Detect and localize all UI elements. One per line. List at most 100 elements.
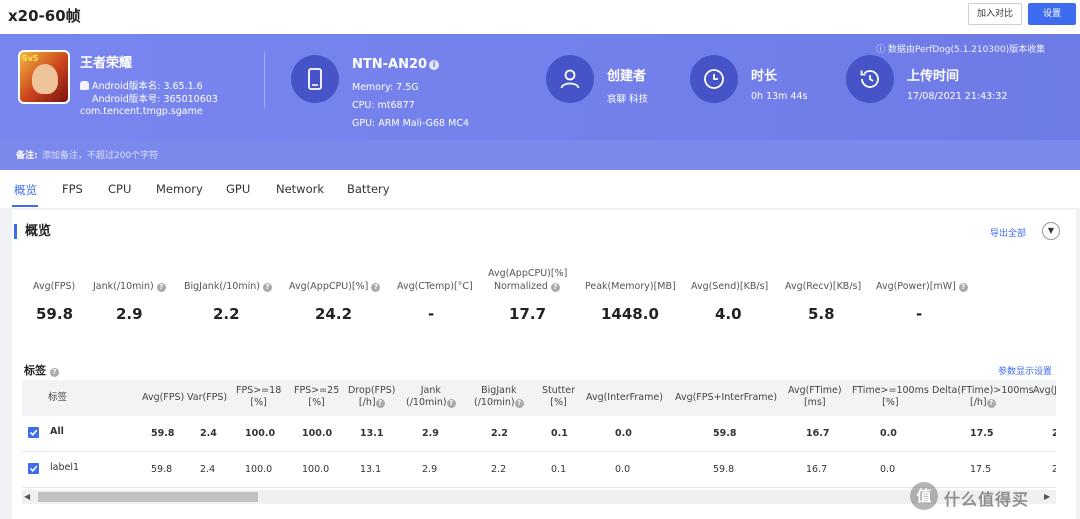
metric-value: 5.8 (808, 305, 835, 323)
tab-fps[interactable]: FPS (62, 182, 83, 196)
table-cell: 0.0 (615, 428, 632, 439)
table-cell: label1 (50, 462, 80, 473)
note-label: 备注: (16, 151, 38, 161)
help-icon[interactable]: ? (371, 283, 381, 292)
table-cell: 59.8 (713, 464, 735, 475)
help-icon[interactable]: ? (550, 283, 560, 292)
table-cell: 0.0 (615, 464, 631, 475)
user-icon (546, 55, 594, 103)
overview-title: 概览 (14, 224, 51, 239)
game-icon-tag: 5v5 (22, 54, 39, 63)
device-info-icon[interactable]: i (429, 60, 440, 70)
table-cell: 0.0 (880, 428, 897, 439)
param-display-settings-link[interactable]: 参数显示设置 (998, 364, 1052, 377)
package-name: com.tencent.tmgp.sgame (80, 106, 203, 117)
tab-overview[interactable]: 概览 (14, 182, 37, 198)
watermark: 值 什么值得买 (910, 482, 1080, 510)
column-header[interactable]: Avg(InterFrame) (586, 392, 663, 404)
settings-button[interactable]: 设置 (1028, 3, 1076, 25)
tab-battery[interactable]: Battery (347, 182, 390, 196)
column-header[interactable]: Avg(J (1033, 385, 1056, 397)
tags-table: 标签 Avg(FPS) Var(FPS) FPS>=18 [%] FPS>=25[… (22, 380, 1056, 489)
table-cell: 59.8 (151, 464, 173, 475)
metric-sublabel: Normalized ? (494, 281, 560, 292)
column-header[interactable]: FPS>=18 [%] (236, 385, 281, 409)
metric-label: Avg(Recv)[KB/s] (785, 281, 862, 292)
table-cell: 0.0 (880, 464, 896, 475)
tab-memory[interactable]: Memory (156, 182, 203, 196)
help-icon[interactable]: ? (156, 283, 166, 292)
creator-label: 创建者 (607, 69, 647, 84)
column-header[interactable]: Drop(FPS) [/h]? (348, 385, 396, 409)
help-icon[interactable]: ? (262, 283, 272, 292)
watermark-text: 什么值得买 (944, 490, 1030, 509)
help-icon[interactable]: ? (446, 399, 456, 408)
tab-cpu[interactable]: CPU (108, 182, 131, 196)
table-cell: 2.9 (422, 428, 439, 439)
column-header[interactable]: Avg(FTime) [ms] (788, 385, 842, 409)
banner-divider (264, 52, 265, 108)
tab-gpu[interactable]: GPU (226, 182, 250, 196)
table-cell: 2 (1052, 464, 1056, 475)
table-row[interactable]: All 59.8 2.4 100.0 100.0 13.1 2.9 2.2 0.… (22, 416, 1056, 452)
metric-label: Jank(/10min) ? (93, 281, 166, 292)
table-cell: 100.0 (302, 428, 333, 439)
table-cell: 59.8 (151, 428, 175, 439)
collapse-button[interactable]: ▼ (1042, 222, 1060, 240)
help-icon[interactable]: ? (986, 399, 996, 408)
metric-label: Avg(FPS) (33, 281, 76, 292)
table-cell: 100.0 (245, 464, 273, 475)
metric-label: Peak(Memory)[MB] (585, 281, 676, 292)
add-to-compare-button[interactable]: 加入对比 (968, 3, 1022, 25)
column-header[interactable]: Delta(FTime)>100ms [/h]? (932, 385, 1034, 409)
upload-time-label: 上传时间 (907, 69, 960, 84)
history-icon (846, 55, 894, 103)
collect-info: ⓘ 数据由PerfDog(5.1.210300)版本收集 (876, 45, 1046, 55)
table-cell: 0.1 (551, 428, 568, 439)
note-input[interactable]: 添加备注，不超过200个字符 (42, 148, 158, 161)
metric-value: 24.2 (315, 305, 353, 323)
column-header[interactable]: Var(FPS) (187, 392, 227, 404)
column-header[interactable]: Jank (/10min)? (406, 385, 456, 409)
game-name: 王者荣耀 (80, 56, 133, 71)
metric-value: 1448.0 (601, 305, 659, 323)
help-icon[interactable]: ? (49, 368, 59, 377)
table-cell: 2 (1052, 428, 1056, 439)
row-checkbox[interactable] (28, 427, 39, 438)
column-header[interactable]: FTime>=100ms [%] (852, 385, 929, 409)
tab-bar: 概览 FPS CPU Memory GPU Network Battery (0, 170, 1080, 208)
table-cell: 2.2 (491, 428, 508, 439)
help-icon[interactable]: ? (514, 399, 524, 408)
duration-value: 0h 13m 44s (751, 91, 808, 102)
tab-network[interactable]: Network (276, 182, 324, 196)
horizontal-scrollbar[interactable]: ◀ ▶ (22, 490, 1056, 504)
active-tab-indicator (12, 205, 38, 207)
table-cell: 100.0 (302, 464, 330, 475)
column-header[interactable]: Stutter [%] (542, 385, 575, 409)
android-icon (80, 81, 89, 90)
column-header: 标签 (48, 392, 68, 403)
metric-label: Avg(AppCPU)[%] (488, 268, 568, 279)
row-checkbox[interactable] (28, 463, 39, 474)
table-cell: 2.4 (200, 428, 217, 439)
table-cell: 59.8 (713, 428, 737, 439)
creator-value: 哀聊 科技 (607, 94, 649, 105)
table-cell: All (50, 426, 64, 437)
metric-value: 17.7 (509, 305, 547, 323)
table-cell: 2.9 (422, 464, 438, 475)
help-icon[interactable]: ? (958, 283, 968, 292)
column-header[interactable]: FPS>=25 [%] (294, 385, 339, 409)
column-header[interactable]: Avg(FPS+InterFrame) (675, 392, 777, 404)
scroll-left-arrow-icon[interactable]: ◀ (24, 492, 30, 501)
table-header: 标签 Avg(FPS) Var(FPS) FPS>=18 [%] FPS>=25[… (22, 380, 1056, 416)
table-cell: 16.7 (806, 428, 830, 439)
android-version-name: Android版本名: 3.65.1.6 (80, 78, 203, 92)
export-all-link[interactable]: 导出全部 (990, 226, 1026, 239)
column-header[interactable]: BigJank (/10min)? (474, 385, 524, 409)
metric-label: Avg(AppCPU)[%] ? (289, 281, 381, 292)
help-icon[interactable]: ? (375, 399, 385, 408)
column-header[interactable]: Avg(FPS) (142, 392, 184, 404)
table-cell: 16.7 (806, 464, 828, 475)
scrollbar-thumb[interactable] (38, 492, 258, 502)
table-row[interactable]: label1 59.8 2.4 100.0 100.0 13.1 2.9 2.2… (22, 452, 1056, 488)
